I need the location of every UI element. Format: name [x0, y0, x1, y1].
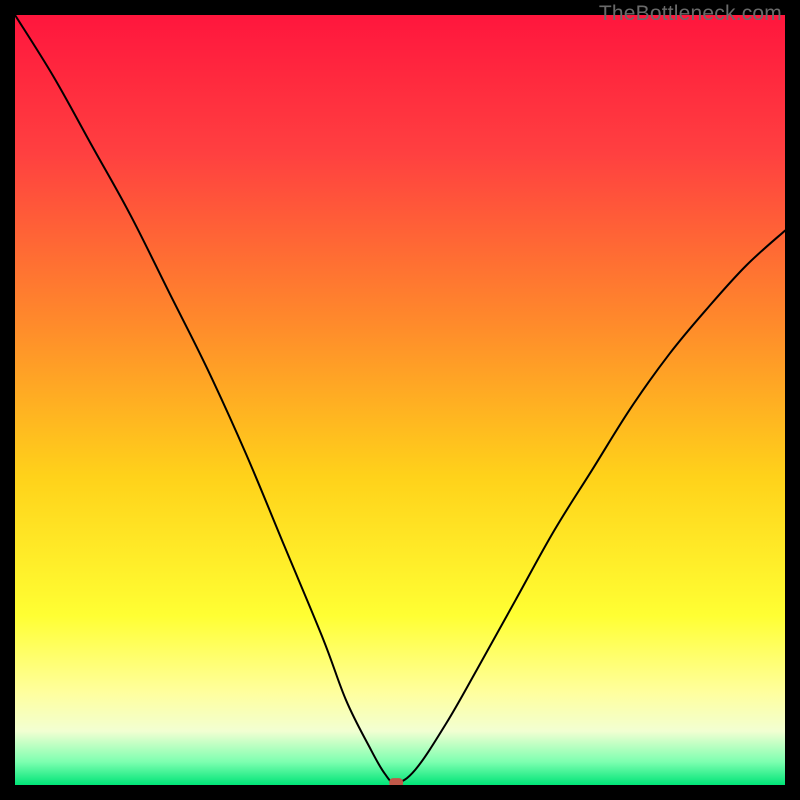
bottleneck-chart [15, 15, 785, 785]
chart-frame: TheBottleneck.com [0, 0, 800, 800]
gradient-background [15, 15, 785, 785]
watermark-text: TheBottleneck.com [599, 2, 782, 26]
plot-area [15, 15, 785, 785]
min-point-marker [389, 778, 403, 785]
